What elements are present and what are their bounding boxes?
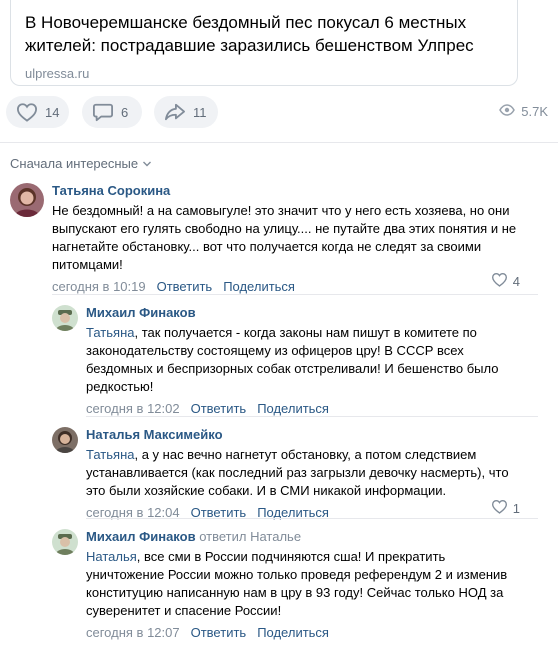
link-preview-card[interactable]: В Новочеремшанске бездомный пес покусал …	[10, 0, 518, 86]
link-title[interactable]: В Новочеремшанске бездомный пес покусал …	[25, 11, 503, 57]
mention-link[interactable]: Наталья	[86, 549, 137, 564]
comment-author[interactable]: Татьяна Сорокина	[52, 183, 520, 199]
comment: Татьяна Сорокина Не бездомный! а на само…	[10, 183, 520, 295]
reply-link[interactable]: Ответить	[191, 625, 247, 641]
reply-link[interactable]: Ответить	[191, 401, 247, 417]
comment-author: Михаил Финаков ответил Наталье	[86, 529, 520, 545]
like-count: 14	[45, 104, 60, 120]
comment-like-button[interactable]: 1	[491, 499, 520, 517]
comment-meta: сегодня в 12:07 Ответить Поделиться	[86, 625, 520, 641]
comment-time[interactable]: сегодня в 12:07	[86, 625, 180, 641]
reply-link[interactable]: Ответить	[157, 279, 213, 295]
chevron-down-icon	[142, 156, 152, 171]
comment-time[interactable]: сегодня в 12:02	[86, 401, 180, 417]
comment-reply: Наталья Максимейко Татьяна, а у нас вечн…	[52, 427, 520, 520]
comment-button[interactable]: 6	[82, 96, 142, 128]
comment-text: Татьяна, а у нас вечно нагнетут обстанов…	[86, 447, 509, 498]
comment-text: Наталья, все сми в России подчиняются сш…	[86, 549, 508, 618]
sort-dropdown[interactable]: Сначала интересные	[10, 156, 152, 171]
share-link[interactable]: Поделиться	[257, 625, 329, 641]
comment-author[interactable]: Наталья Максимейко	[86, 427, 520, 443]
share-link[interactable]: Поделиться	[257, 401, 329, 417]
share-count: 11	[193, 104, 207, 120]
avatar[interactable]	[10, 183, 44, 217]
share-icon	[164, 102, 186, 122]
divider	[86, 416, 538, 417]
post-actions: 14 6 11 5.7K	[6, 96, 548, 130]
mention-link[interactable]: Татьяна	[86, 325, 134, 340]
comment-time[interactable]: сегодня в 10:19	[52, 279, 146, 295]
views-counter: 5.7K	[499, 104, 548, 119]
comment-icon	[92, 102, 114, 122]
comment-like-count: 4	[512, 273, 520, 289]
comment-text: Татьяна, так получается - когда законы н…	[86, 325, 499, 394]
comment-like-button[interactable]: 4	[491, 272, 520, 290]
mention-link[interactable]: Татьяна	[86, 447, 134, 462]
views-count: 5.7K	[521, 104, 548, 119]
heart-icon	[491, 272, 508, 290]
avatar[interactable]	[52, 305, 78, 331]
comment-reply: Михаил Финаков ответил Наталье Наталья, …	[52, 529, 520, 641]
author-link[interactable]: Михаил Финаков	[86, 529, 196, 544]
like-button[interactable]: 14	[6, 96, 69, 128]
eye-icon	[499, 104, 516, 119]
share-button[interactable]: 11	[154, 96, 218, 128]
comment-author[interactable]: Михаил Финаков	[86, 305, 520, 321]
divider	[0, 142, 558, 143]
link-domain: ulpressa.ru	[25, 66, 90, 81]
divider	[52, 294, 538, 295]
comment-reply: Михаил Финаков Татьяна, так получается -…	[52, 305, 520, 417]
comment-meta: сегодня в 12:02 Ответить Поделиться	[86, 401, 520, 417]
heart-icon	[16, 102, 38, 122]
sort-label: Сначала интересные	[10, 156, 139, 171]
share-link[interactable]: Поделиться	[223, 279, 295, 295]
avatar[interactable]	[52, 529, 78, 555]
comment-text: Не бездомный! а на самовыгуле! это значи…	[52, 203, 517, 272]
comment-meta: сегодня в 10:19 Ответить Поделиться	[52, 279, 520, 295]
heart-icon	[491, 499, 508, 517]
comment-count: 6	[121, 104, 129, 120]
divider	[86, 518, 538, 519]
replied-to-label[interactable]: ответил Наталье	[199, 529, 301, 544]
comment-like-count: 1	[512, 500, 520, 516]
avatar[interactable]	[52, 427, 78, 453]
